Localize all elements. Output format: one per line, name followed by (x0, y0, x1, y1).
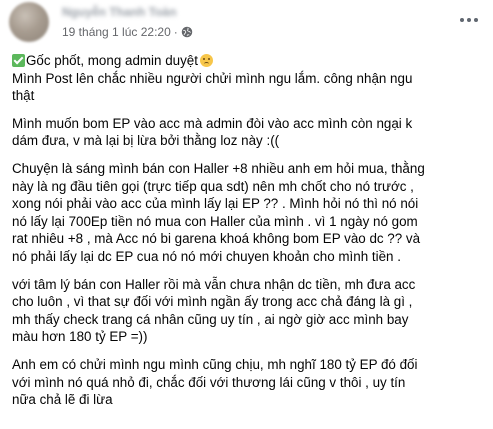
post-paragraph-4: với tâm lý bán con Haller rồi mà vẫn chư… (12, 276, 416, 345)
facebook-post: Nguyễn Thanh Toàn 19 tháng 1 lúc 22:20 ·… (0, 0, 493, 429)
check-mark-icon (12, 54, 25, 67)
post-paragraph-3: Chuyện là sáng mình bán con Haller +8 nh… (12, 160, 425, 264)
post-intro-text-2: Mình Post lên chắc nhiều người chửi mình… (12, 70, 413, 104)
post-paragraph-5: Anh em có chửi mình ngu mình cũng chịu, … (12, 356, 418, 408)
author-name[interactable]: Nguyễn Thanh Toàn (62, 5, 176, 19)
post-header: Nguyễn Thanh Toàn 19 tháng 1 lúc 22:20 · (9, 2, 484, 42)
post-timestamp[interactable]: 19 tháng 1 lúc 22:20 (62, 25, 171, 39)
meta-separator: · (173, 25, 178, 39)
sad-face-icon (199, 54, 213, 67)
post-intro-text: Gốc phốt, mong admin duyệt (26, 53, 198, 68)
post-body: Gốc phốt, mong admin duyệt Mình Post lên… (12, 52, 482, 419)
author-avatar[interactable] (9, 2, 49, 42)
post-paragraph-1: Gốc phốt, mong admin duyệt Mình Post lên… (12, 52, 482, 105)
globe-icon[interactable] (181, 26, 193, 38)
more-options-icon[interactable] (456, 10, 482, 30)
post-meta: 19 tháng 1 lúc 22:20 · (62, 25, 193, 39)
post-paragraph-2: Mình muốn bom EP vào acc mà admin đòi và… (12, 115, 413, 149)
